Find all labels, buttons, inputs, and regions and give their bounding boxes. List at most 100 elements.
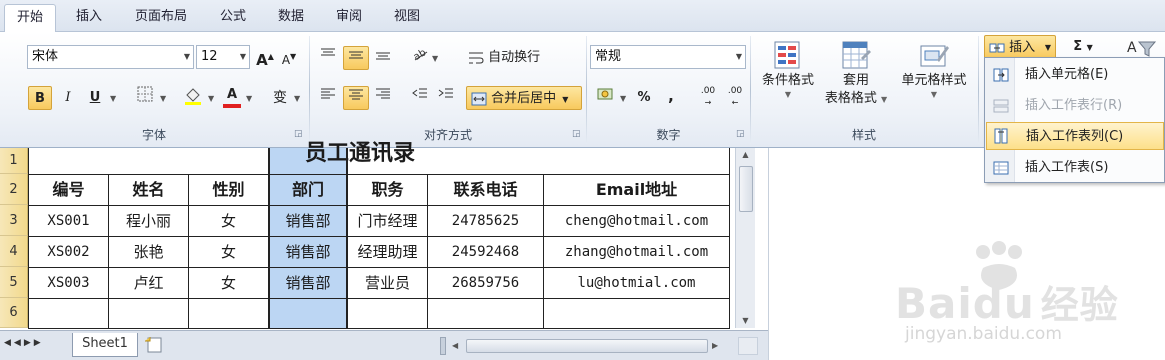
align-center-button[interactable] [343, 86, 369, 110]
table-cell[interactable]: 女 [189, 268, 268, 298]
orientation-button[interactable]: ab [408, 46, 432, 70]
table-cell[interactable]: 女 [189, 237, 268, 267]
table-cell[interactable]: 营业员 [348, 268, 427, 298]
align-right-button[interactable] [371, 86, 395, 110]
menu-item-insert-cells[interactable]: 插入单元格(E) [986, 61, 1164, 89]
chevron-down-icon[interactable]: ▼ [208, 94, 214, 103]
table-cell[interactable]: 女 [189, 206, 268, 236]
chevron-down-icon[interactable]: ▼ [294, 94, 300, 103]
row-header[interactable]: 4 [0, 236, 28, 267]
table-cell[interactable]: 24592468 [428, 237, 543, 267]
format-as-table-button[interactable]: 套用 表格格式 ▼ [820, 40, 892, 109]
autosum-button[interactable]: Σ ▼ [1066, 35, 1100, 59]
insert-button[interactable]: 插入 ▼ [984, 35, 1056, 59]
merge-center-button[interactable]: 合并后居中 ▼ [466, 86, 582, 110]
sheet-tab-sheet1[interactable]: Sheet1 [72, 333, 138, 357]
scroll-down-arrow-icon[interactable]: ▼ [736, 314, 755, 328]
table-cell[interactable]: zhang@hotmail.com [544, 237, 729, 267]
table-cell[interactable]: 销售部 [270, 268, 346, 298]
dialog-launcher-icon[interactable]: ◲ [572, 129, 582, 139]
tab-formulas[interactable]: 公式 [210, 4, 256, 32]
tab-data[interactable]: 数据 [268, 4, 314, 32]
grow-font-button[interactable]: A▲ [255, 45, 275, 69]
column-header-title[interactable]: 职务 [348, 175, 427, 205]
horizontal-scrollbar-thumb[interactable] [466, 339, 708, 353]
bold-button[interactable]: B [28, 86, 52, 110]
font-name-combo[interactable]: 宋体 ▼ [27, 45, 194, 69]
chevron-down-icon[interactable]: ▼ [246, 94, 252, 103]
chevron-down-icon[interactable]: ▼ [620, 94, 626, 103]
table-cell[interactable]: 24785625 [428, 206, 543, 236]
dialog-launcher-icon[interactable]: ◲ [736, 129, 746, 139]
align-left-button[interactable] [316, 86, 340, 110]
row-header[interactable]: 6 [0, 298, 28, 328]
split-box[interactable] [738, 337, 758, 355]
scroll-left-arrow-icon[interactable]: ◀ [452, 337, 466, 355]
row-header[interactable]: 1 [0, 148, 28, 174]
table-cell[interactable]: 经理助理 [348, 237, 427, 267]
menu-item-insert-column[interactable]: 插入工作表列(C) [986, 122, 1164, 150]
decrease-decimal-button[interactable]: .00 ← [724, 86, 746, 110]
row-header[interactable]: 3 [0, 205, 28, 236]
table-cell[interactable]: 程小丽 [109, 206, 188, 236]
phonetic-button[interactable]: 变 [266, 86, 294, 110]
table-cell[interactable]: 卢红 [109, 268, 188, 298]
fill-color-button[interactable] [180, 86, 206, 110]
number-format-combo[interactable]: 常规 ▼ [590, 45, 746, 69]
font-color-button[interactable]: A [220, 86, 244, 110]
sheet-nav-arrows-icon[interactable]: ◀◀▶▶ [4, 338, 44, 348]
underline-button[interactable]: U [84, 86, 106, 110]
chevron-down-icon[interactable]: ▼ [432, 54, 438, 63]
tab-home[interactable]: 开始 [4, 4, 56, 33]
tab-view[interactable]: 视图 [384, 4, 430, 32]
tab-insert[interactable]: 插入 [66, 4, 112, 32]
italic-button[interactable]: I [57, 86, 79, 110]
vertical-scrollbar[interactable]: ▲ ▼ [735, 148, 755, 328]
increase-decimal-button[interactable]: .00 → [697, 86, 719, 110]
scroll-right-arrow-icon[interactable]: ▶ [712, 337, 726, 355]
comma-button[interactable]: , [662, 84, 680, 108]
worksheet[interactable]: 1 2 3 4 5 6 员工通讯录 编号 姓名 性别 部门 职务 联系电话 Em… [0, 141, 768, 360]
conditional-formatting-button[interactable]: 条件格式 ▼ [756, 40, 820, 99]
tab-split-handle[interactable] [440, 337, 446, 355]
table-cell[interactable]: 销售部 [270, 206, 346, 236]
sheet-title[interactable]: 员工通讯录 [269, 140, 469, 168]
row-header[interactable]: 2 [0, 174, 28, 205]
increase-indent-button[interactable] [434, 86, 458, 110]
align-bottom-button[interactable] [371, 46, 395, 70]
menu-item-insert-sheet[interactable]: 插入工作表(S) [986, 154, 1164, 182]
chevron-down-icon[interactable]: ▼ [562, 95, 568, 104]
tab-review[interactable]: 审阅 [326, 4, 372, 32]
chevron-down-icon[interactable]: ▼ [160, 94, 166, 103]
percent-button[interactable]: % [634, 86, 654, 110]
column-header-id[interactable]: 编号 [29, 175, 108, 205]
table-cell[interactable]: 门市经理 [348, 206, 427, 236]
insert-sheet-tab-icon[interactable] [144, 336, 166, 354]
align-top-button[interactable] [316, 46, 340, 70]
table-cell[interactable]: 张艳 [109, 237, 188, 267]
decrease-indent-button[interactable] [408, 86, 432, 110]
column-header-name[interactable]: 姓名 [109, 175, 188, 205]
column-header-email[interactable]: Email地址 [544, 175, 729, 205]
table-cell[interactable]: cheng@hotmail.com [544, 206, 729, 236]
tab-page-layout[interactable]: 页面布局 [124, 4, 198, 32]
accounting-format-button[interactable] [594, 86, 618, 110]
shrink-font-button[interactable]: A▼ [279, 45, 299, 69]
border-button[interactable] [133, 86, 157, 110]
table-cell[interactable]: 26859756 [428, 268, 543, 298]
column-header-phone[interactable]: 联系电话 [428, 175, 543, 205]
cell-styles-button[interactable]: 单元格样式 ▼ [894, 40, 974, 99]
table-cell[interactable]: XS002 [29, 237, 108, 267]
table-cell[interactable]: 销售部 [270, 237, 346, 267]
scroll-up-arrow-icon[interactable]: ▲ [736, 148, 755, 162]
column-header-dept[interactable]: 部门 [270, 175, 346, 205]
table-cell[interactable]: XS003 [29, 268, 108, 298]
wrap-text-button[interactable]: 自动换行 [468, 46, 564, 70]
row-header[interactable]: 5 [0, 267, 28, 298]
chevron-down-icon[interactable]: ▼ [110, 94, 116, 103]
column-header-gender[interactable]: 性别 [189, 175, 268, 205]
dialog-launcher-icon[interactable]: ◲ [294, 129, 304, 139]
align-middle-button[interactable] [343, 46, 369, 70]
table-cell[interactable]: XS001 [29, 206, 108, 236]
scrollbar-thumb[interactable] [739, 166, 753, 212]
